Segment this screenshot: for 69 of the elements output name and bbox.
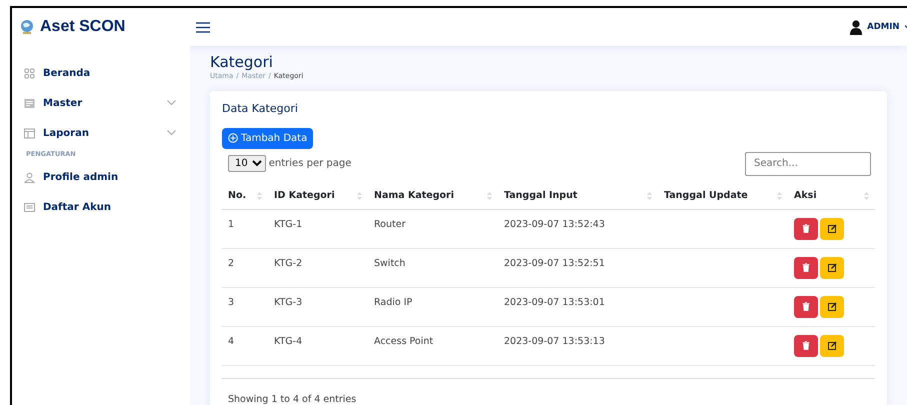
plus-circle-icon: [228, 133, 238, 143]
per-page-label: entries per page: [268, 157, 352, 171]
sort-icon: [257, 190, 262, 200]
table-cell: 4: [222, 326, 268, 366]
trash-icon: [802, 263, 810, 272]
edit-icon: [828, 341, 836, 350]
add-data-button[interactable]: Tambah Data: [222, 128, 314, 148]
edit-button[interactable]: [820, 334, 844, 357]
edit-button[interactable]: [820, 296, 844, 318]
table-cell: Switch: [368, 248, 498, 288]
edit-button[interactable]: [820, 218, 844, 240]
trash-icon: [802, 341, 810, 350]
search-field[interactable]: Search...: [745, 152, 871, 176]
user-icon[interactable]: [850, 20, 862, 34]
table-cell: 3: [222, 287, 268, 326]
sidebar-item[interactable]: Master: [24, 88, 190, 118]
table-cell: Router: [368, 209, 498, 248]
table-icon: [24, 128, 35, 138]
trash-icon: [802, 302, 810, 312]
sort-icon: [647, 190, 652, 200]
table-cell: 2023-09-07 13:52:43: [498, 209, 658, 248]
table-cell: KTG-4: [268, 326, 368, 366]
edit-icon: [828, 224, 836, 234]
table-cell: KTG-3: [268, 287, 368, 326]
sort-icon: [864, 190, 869, 200]
edit-button[interactable]: [820, 256, 844, 279]
table-cell: Access Point: [368, 326, 498, 366]
column-header[interactable]: Tanggal Update: [658, 184, 788, 210]
column-header[interactable]: ID Kategori: [268, 184, 368, 210]
edit-icon: [828, 263, 836, 272]
table-cell: 2023-09-07 13:53:13: [498, 326, 658, 366]
table-cell: KTG-1: [268, 209, 368, 248]
per-page-select[interactable]: 10: [228, 155, 266, 172]
table-cell: 1: [222, 209, 268, 248]
card-title: Data Kategori: [222, 101, 299, 117]
table-cell: 2: [222, 248, 268, 288]
column-header[interactable]: Nama Kategori: [368, 184, 498, 210]
document-icon: [24, 98, 35, 108]
user-name[interactable]: ADMIN: [867, 20, 900, 34]
sidebar-item[interactable]: Laporan: [24, 118, 190, 148]
trash-icon: [802, 224, 810, 234]
table-cell: 2023-09-07 13:52:51: [498, 248, 658, 288]
list-icon: [24, 202, 35, 212]
menu-icon[interactable]: [196, 22, 210, 32]
chevron-down-icon: [167, 130, 176, 136]
edit-icon: [828, 302, 836, 312]
chevron-down-icon: [167, 100, 176, 106]
globe-logo-icon: [20, 19, 34, 35]
delete-button[interactable]: [794, 296, 818, 318]
sort-icon: [777, 190, 782, 200]
sidebar-item[interactable]: Profile admin: [24, 162, 190, 192]
table-cell: KTG-2: [268, 248, 368, 288]
column-header[interactable]: Tanggal Input: [498, 184, 658, 210]
sort-icon: [357, 190, 362, 200]
column-header[interactable]: Aksi: [788, 184, 875, 210]
sidebar-item[interactable]: Beranda: [24, 58, 190, 88]
delete-button[interactable]: [794, 218, 818, 240]
table-cell: 2023-09-07 13:53:01: [498, 287, 658, 326]
sort-icon: [487, 190, 492, 200]
grid-icon: [24, 68, 35, 78]
entries-info: Showing 1 to 4 of 4 entries: [228, 394, 356, 405]
person-icon: [24, 172, 35, 182]
delete-button[interactable]: [794, 334, 818, 357]
table-cell: Radio IP: [368, 287, 498, 326]
brand-title[interactable]: Aset SCON: [40, 15, 126, 39]
sidebar-item[interactable]: Daftar Akun: [24, 192, 190, 222]
column-header[interactable]: No.: [222, 184, 268, 210]
delete-button[interactable]: [794, 256, 818, 279]
page-title: Kategori: [210, 54, 274, 70]
